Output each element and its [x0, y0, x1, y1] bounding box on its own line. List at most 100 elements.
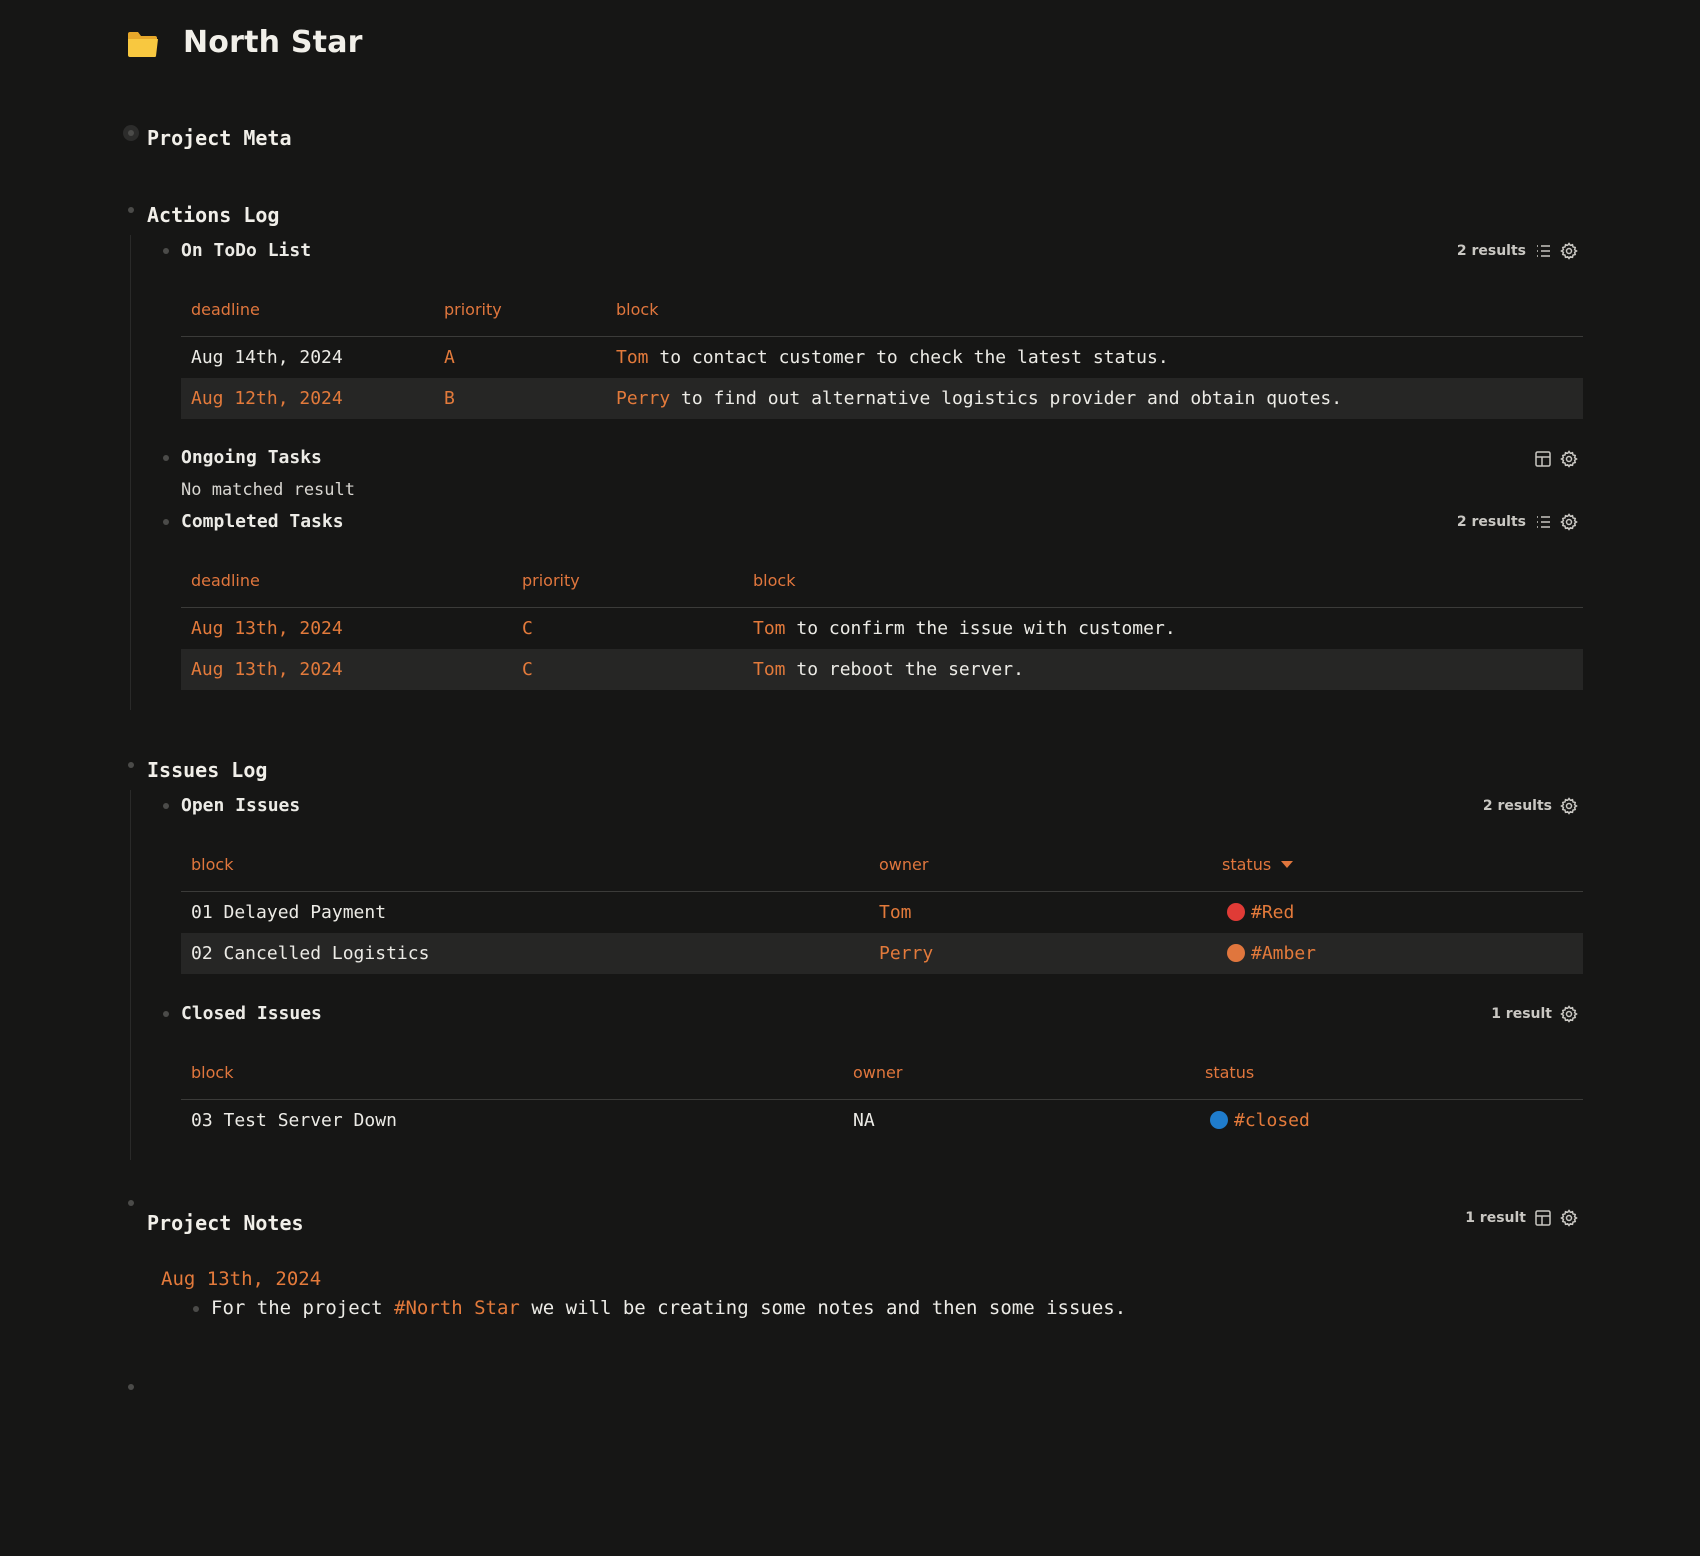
block-bullet[interactable] [128, 1200, 134, 1206]
block-bullet[interactable] [123, 125, 139, 141]
journal-date-link[interactable]: Aug 13th, 2024 [161, 1268, 321, 1290]
section-project-meta: Project Meta [147, 126, 292, 150]
block-cell[interactable]: Perry to find out alternative logistics … [616, 388, 1342, 409]
table-header: block owner status [181, 835, 1583, 892]
query-title-completed: Completed Tasks [181, 511, 344, 532]
owner-cell[interactable]: Perry [879, 943, 933, 964]
no-result-text: No matched result [181, 480, 355, 500]
note-text-after: we will be creating some notes and then … [531, 1297, 1127, 1319]
status-tag[interactable]: #closed [1234, 1110, 1310, 1131]
gear-icon[interactable] [1560, 1005, 1578, 1023]
column-header-owner[interactable]: owner [879, 855, 928, 874]
deadline-cell[interactable]: Aug 14th, 2024 [191, 347, 343, 368]
results-count: 1 result [1491, 1006, 1552, 1022]
table-row[interactable]: Aug 12th, 2024 B Perry to find out alter… [181, 378, 1583, 419]
block-text: to reboot the server. [796, 659, 1024, 680]
column-header-block[interactable]: block [616, 300, 658, 319]
block-cell[interactable]: 01 Delayed Payment [191, 902, 386, 923]
table-row[interactable]: Aug 14th, 2024 A Tom to contact customer… [181, 337, 1583, 378]
status-cell[interactable]: #Amber [1227, 943, 1316, 964]
tag-link[interactable]: #North Star [394, 1297, 520, 1319]
table-row[interactable]: 03 Test Server Down NA #closed [181, 1100, 1583, 1141]
status-tag[interactable]: #Amber [1251, 943, 1316, 964]
status-cell[interactable]: #Red [1227, 902, 1294, 923]
query-meta-notes: 1 result [1465, 1209, 1578, 1227]
query-title-closed-issues: Closed Issues [181, 1003, 322, 1024]
query-table-completed: deadline priority block Aug 13th, 2024 C… [181, 551, 1583, 690]
column-header-status-label: status [1222, 855, 1272, 874]
status-tag[interactable]: #Red [1251, 902, 1294, 923]
table-header: block owner status [181, 1043, 1583, 1100]
block-bullet[interactable] [163, 455, 169, 461]
deadline-cell[interactable]: Aug 13th, 2024 [191, 618, 343, 639]
block-cell[interactable]: 03 Test Server Down [191, 1110, 397, 1131]
block-bullet[interactable] [163, 1011, 169, 1017]
table-row[interactable]: Aug 13th, 2024 C Tom to reboot the serve… [181, 649, 1583, 690]
list-view-icon[interactable] [1534, 242, 1552, 260]
section-actions-log: Actions Log [147, 203, 280, 227]
gear-icon[interactable] [1560, 797, 1578, 815]
table-row[interactable]: 01 Delayed Payment Tom #Red [181, 892, 1583, 933]
table-row[interactable]: Aug 13th, 2024 C Tom to confirm the issu… [181, 608, 1583, 649]
block-cell[interactable]: Tom to reboot the server. [753, 659, 1024, 680]
table-header: deadline priority block [181, 280, 1583, 337]
results-count: 2 results [1456, 243, 1526, 259]
priority-cell[interactable]: A [444, 347, 455, 368]
priority-cell[interactable]: C [522, 618, 533, 639]
status-dot-icon [1210, 1111, 1228, 1129]
query-meta-closed-issues: 1 result [1491, 1005, 1578, 1023]
results-count: 2 results [1456, 514, 1526, 530]
gear-icon[interactable] [1560, 242, 1578, 260]
page-title: North Star [183, 25, 363, 60]
gear-icon[interactable] [1560, 1209, 1578, 1227]
query-title-todo: On ToDo List [181, 240, 312, 261]
block-bullet[interactable] [128, 207, 134, 213]
deadline-cell[interactable]: Aug 13th, 2024 [191, 659, 343, 680]
owner-cell[interactable]: NA [853, 1110, 875, 1131]
block-bullet[interactable] [128, 1384, 134, 1390]
status-cell[interactable]: #closed [1210, 1110, 1310, 1131]
column-header-block[interactable]: block [191, 1063, 233, 1082]
status-dot-icon [1227, 903, 1245, 921]
column-header-deadline[interactable]: deadline [191, 300, 260, 319]
query-meta-ongoing [1534, 450, 1578, 468]
block-text: to find out alternative logistics provid… [681, 388, 1343, 409]
column-header-owner[interactable]: owner [853, 1063, 902, 1082]
column-header-status[interactable]: status [1222, 855, 1294, 874]
priority-cell[interactable]: B [444, 388, 455, 409]
deadline-cell[interactable]: Aug 12th, 2024 [191, 388, 343, 409]
column-header-status[interactable]: status [1205, 1063, 1254, 1082]
query-meta-completed: 2 results [1457, 513, 1578, 531]
list-view-icon[interactable] [1534, 513, 1552, 531]
owner-link[interactable]: Tom [616, 347, 649, 368]
block-cell[interactable]: 02 Cancelled Logistics [191, 943, 429, 964]
column-header-block[interactable]: block [191, 855, 233, 874]
block-bullet[interactable] [163, 248, 169, 254]
owner-cell[interactable]: Tom [879, 902, 912, 923]
table-row[interactable]: 02 Cancelled Logistics Perry #Amber [181, 933, 1583, 974]
gear-icon[interactable] [1560, 450, 1578, 468]
gear-icon[interactable] [1560, 513, 1578, 531]
table-view-icon[interactable] [1534, 1209, 1552, 1227]
owner-link[interactable]: Tom [753, 618, 786, 639]
note-block[interactable]: For the project #North Star we will be c… [211, 1297, 1126, 1319]
indent-guide [130, 235, 131, 710]
block-cell[interactable]: Tom to contact customer to check the lat… [616, 347, 1169, 368]
owner-link[interactable]: Perry [616, 388, 670, 409]
table-view-icon[interactable] [1534, 450, 1552, 468]
owner-link[interactable]: Tom [753, 659, 786, 680]
folder-icon [128, 32, 158, 57]
query-table-closed-issues: block owner status 03 Test Server Down N… [181, 1043, 1583, 1141]
priority-cell[interactable]: C [522, 659, 533, 680]
block-bullet[interactable] [128, 762, 134, 768]
block-text: to confirm the issue with customer. [796, 618, 1176, 639]
column-header-deadline[interactable]: deadline [191, 571, 260, 590]
status-dot-icon [1227, 944, 1245, 962]
block-bullet[interactable] [163, 519, 169, 525]
block-bullet[interactable] [163, 803, 169, 809]
column-header-priority[interactable]: priority [522, 571, 580, 590]
block-bullet[interactable] [193, 1306, 199, 1312]
block-cell[interactable]: Tom to confirm the issue with customer. [753, 618, 1176, 639]
column-header-priority[interactable]: priority [444, 300, 502, 319]
column-header-block[interactable]: block [753, 571, 795, 590]
